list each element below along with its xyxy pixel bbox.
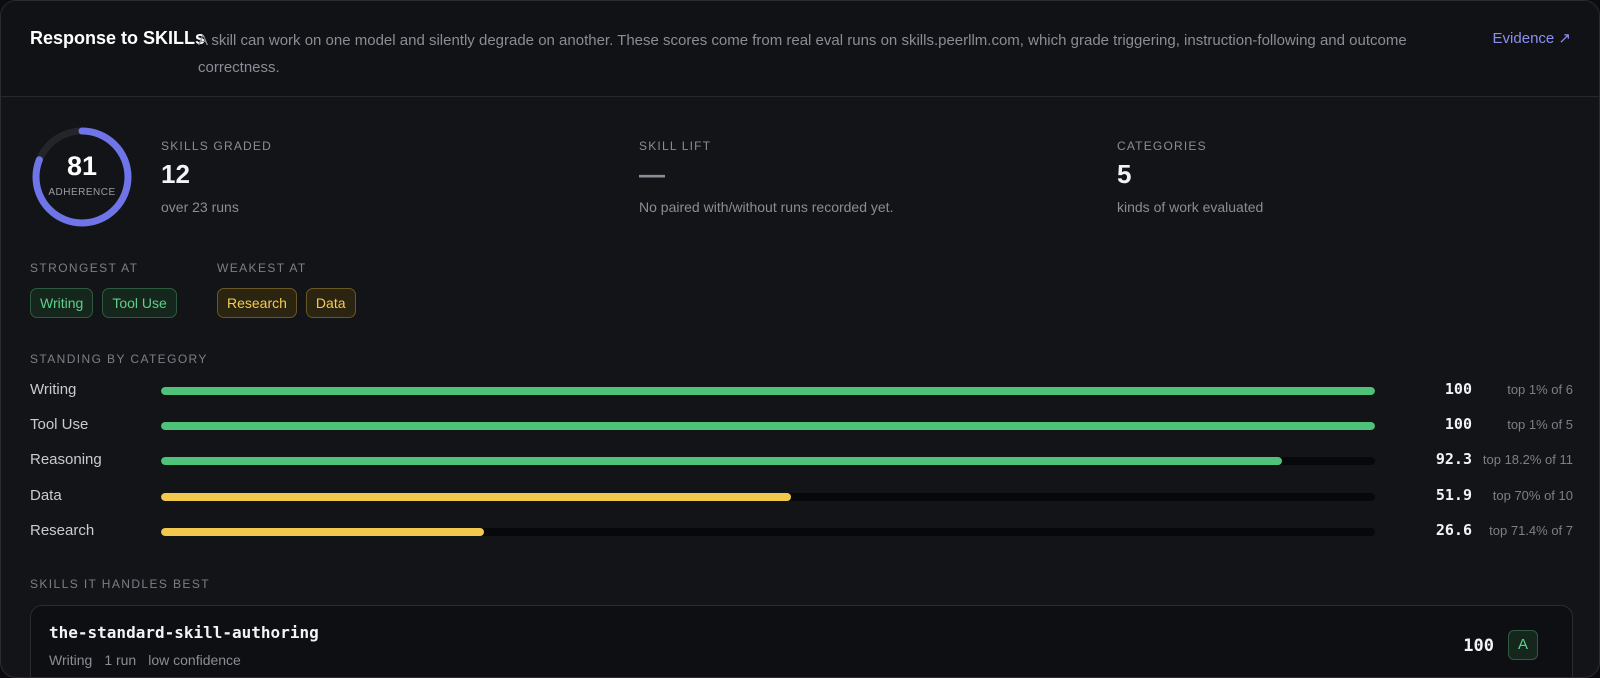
stat-value: 5: [1117, 159, 1132, 189]
stat-categories: CATEGORIES 5 kinds of work evaluated: [1117, 139, 1263, 215]
category-bar-fill: [161, 528, 484, 536]
weakest-label: WEAKEST AT: [217, 261, 307, 275]
skill-grade-badge: A: [1508, 630, 1538, 660]
category-bar-track: [161, 387, 1375, 395]
category-bar-fill: [161, 457, 1282, 465]
category-row-reasoning: Reasoning 92.3 top 18.2% of 11: [30, 448, 1573, 474]
stat-subtext: No paired with/without runs recorded yet…: [639, 199, 894, 215]
category-bar-fill: [161, 387, 1375, 395]
skill-runs: 1 run: [104, 652, 137, 668]
adherence-label: ADHERENCE: [48, 187, 116, 198]
skill-meta: Writing 1 run low confidence: [49, 652, 241, 668]
category-name: Research: [30, 522, 95, 539]
category-rank: top 18.2% of 11: [1482, 452, 1573, 467]
standing-label: STANDING BY CATEGORY: [30, 352, 208, 366]
skill-confidence: low confidence: [148, 652, 241, 668]
stat-value: —: [639, 159, 665, 189]
best-skills-label: SKILLS IT HANDLES BEST: [30, 577, 210, 591]
category-row-data: Data 51.9 top 70% of 10: [30, 484, 1573, 510]
category-score: 92.3: [1435, 450, 1472, 468]
stat-skills-graded: SKILLS GRADED 12 over 23 runs: [161, 139, 272, 215]
category-rank: top 1% of 6: [1507, 382, 1573, 397]
skill-category: Writing: [49, 652, 93, 668]
strongest-chips: Writing Tool Use: [30, 288, 177, 318]
strong-chip-tool-use[interactable]: Tool Use: [102, 288, 177, 318]
category-bar-track: [161, 457, 1375, 465]
strongest-label: STRONGEST AT: [30, 261, 139, 275]
skill-score: 100: [1463, 636, 1494, 656]
adherence-ring: 81 ADHERENCE: [30, 125, 134, 229]
skill-name: the-standard-skill-authoring: [49, 623, 319, 642]
card-header: Response to SKILLs A skill can work on o…: [1, 1, 1599, 97]
stat-label: SKILL LIFT: [639, 139, 712, 153]
category-name: Data: [30, 487, 62, 504]
category-bar-track: [161, 493, 1375, 501]
weakest-chips: Research Data: [217, 288, 356, 318]
category-name: Reasoning: [30, 451, 102, 468]
category-rank: top 1% of 5: [1507, 417, 1573, 432]
category-score: 26.6: [1435, 521, 1472, 539]
stat-subtext: kinds of work evaluated: [1117, 199, 1264, 215]
stat-label: SKILLS GRADED: [161, 139, 272, 153]
category-row-tool-use: Tool Use 100 top 1% of 5: [30, 413, 1573, 439]
category-score: 100: [1444, 415, 1472, 433]
stat-value: 12: [161, 159, 190, 189]
weak-chip-data[interactable]: Data: [305, 288, 356, 318]
evidence-link[interactable]: Evidence ↗: [1493, 29, 1571, 47]
weak-chip-research[interactable]: Research: [217, 288, 297, 318]
strong-chip-writing[interactable]: Writing: [30, 288, 94, 318]
stat-subtext: over 23 runs: [161, 199, 239, 215]
category-row-writing: Writing 100 top 1% of 6: [30, 378, 1573, 404]
category-bar-track: [161, 422, 1375, 430]
category-bar-fill: [161, 493, 792, 501]
category-rank: top 71.4% of 7: [1489, 523, 1573, 538]
skills-response-card: Response to SKILLs A skill can work on o…: [0, 0, 1600, 678]
category-name: Writing: [30, 381, 77, 398]
stat-skill-lift: SKILL LIFT — No paired with/without runs…: [639, 139, 893, 215]
category-bar-track: [161, 528, 1375, 536]
card-description: A skill can work on one model and silent…: [198, 32, 1407, 76]
category-score: 100: [1444, 380, 1472, 398]
card-title: Response to SKILLs: [30, 28, 206, 48]
category-name: Tool Use: [30, 416, 89, 433]
adherence-score: 81: [66, 151, 98, 181]
category-row-research: Research 26.6 top 71.4% of 7: [30, 519, 1573, 545]
skill-card[interactable]: the-standard-skill-authoring Writing 1 r…: [30, 605, 1573, 677]
category-rank: top 70% of 10: [1492, 488, 1573, 503]
category-score: 51.9: [1435, 486, 1472, 504]
category-bar-fill: [161, 422, 1375, 430]
stat-label: CATEGORIES: [1117, 139, 1207, 153]
